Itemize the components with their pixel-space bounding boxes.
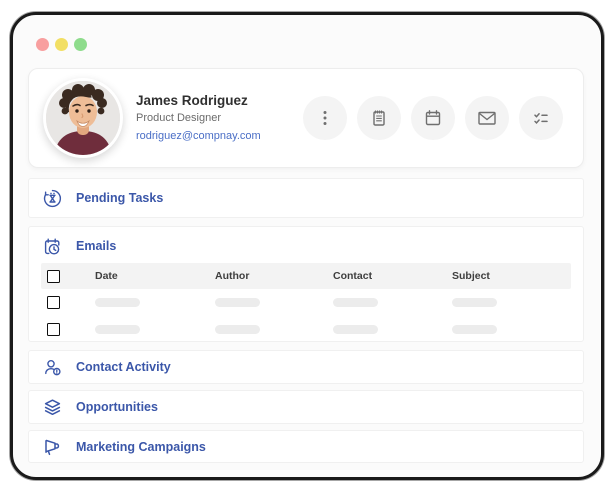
hourglass-pending-icon: [42, 188, 63, 209]
column-header-subject: Subject: [452, 270, 490, 282]
contact-role: Product Designer: [136, 112, 221, 125]
app-window: James Rodriguez Product Designer rodrigu…: [10, 12, 604, 480]
section-label: Marketing Campaigns: [76, 439, 206, 454]
layers-icon: [42, 397, 63, 418]
placeholder-contact: [333, 325, 378, 334]
notepad-icon: [368, 107, 390, 129]
section-label: Emails: [76, 239, 117, 253]
calendar-icon: [422, 107, 444, 129]
avatar: [43, 78, 123, 158]
placeholder-subject: [452, 325, 497, 334]
contact-name: James Rodriguez: [136, 92, 248, 108]
placeholder-date: [95, 325, 140, 334]
placeholder-date: [95, 298, 140, 307]
more-options-button[interactable]: [303, 96, 347, 140]
placeholder-subject: [452, 298, 497, 307]
section-label: Contact Activity: [76, 360, 171, 374]
schedule-clock-icon: [42, 236, 63, 257]
section-contact-activity[interactable]: Contact Activity: [28, 350, 584, 384]
placeholder-author: [215, 298, 260, 307]
section-emails: Emails Date Author Contact Subject: [28, 226, 584, 342]
close-button[interactable]: [36, 38, 49, 51]
column-header-contact: Contact: [333, 270, 373, 282]
avatar-illustration: [46, 81, 120, 155]
minimize-button[interactable]: [55, 38, 68, 51]
maximize-button[interactable]: [74, 38, 87, 51]
row-checkbox[interactable]: [47, 296, 60, 309]
checklist-icon: [530, 107, 552, 129]
placeholder-contact: [333, 298, 378, 307]
column-header-date: Date: [95, 270, 118, 282]
emails-section-header[interactable]: Emails: [29, 231, 583, 261]
section-pending-tasks[interactable]: Pending Tasks: [28, 178, 584, 218]
email-button[interactable]: [465, 96, 509, 140]
placeholder-author: [215, 325, 260, 334]
contact-email-link[interactable]: rodriguez@compnay.com: [136, 131, 261, 142]
megaphone-icon: [42, 436, 63, 457]
section-label: Pending Tasks: [76, 191, 164, 205]
action-buttons: [303, 96, 563, 140]
section-label: Opportunities: [76, 400, 158, 414]
section-marketing-campaigns[interactable]: Marketing Campaigns: [28, 430, 584, 463]
select-all-checkbox[interactable]: [47, 269, 60, 283]
notes-button[interactable]: [357, 96, 401, 140]
calendar-button[interactable]: [411, 96, 455, 140]
emails-table-header: Date Author Contact Subject: [41, 263, 571, 289]
table-row[interactable]: [41, 316, 571, 343]
table-row[interactable]: [41, 289, 571, 316]
envelope-icon: [475, 106, 499, 130]
person-alert-icon: [42, 357, 63, 378]
tasks-button[interactable]: [519, 96, 563, 140]
contact-profile-card: James Rodriguez Product Designer rodrigu…: [28, 68, 584, 168]
column-header-author: Author: [215, 270, 250, 282]
section-opportunities[interactable]: Opportunities: [28, 390, 584, 424]
contact-info: James Rodriguez Product Designer rodrigu…: [136, 94, 261, 143]
window-controls: [36, 38, 87, 51]
row-checkbox[interactable]: [47, 323, 60, 336]
kebab-menu-icon: [314, 107, 336, 129]
